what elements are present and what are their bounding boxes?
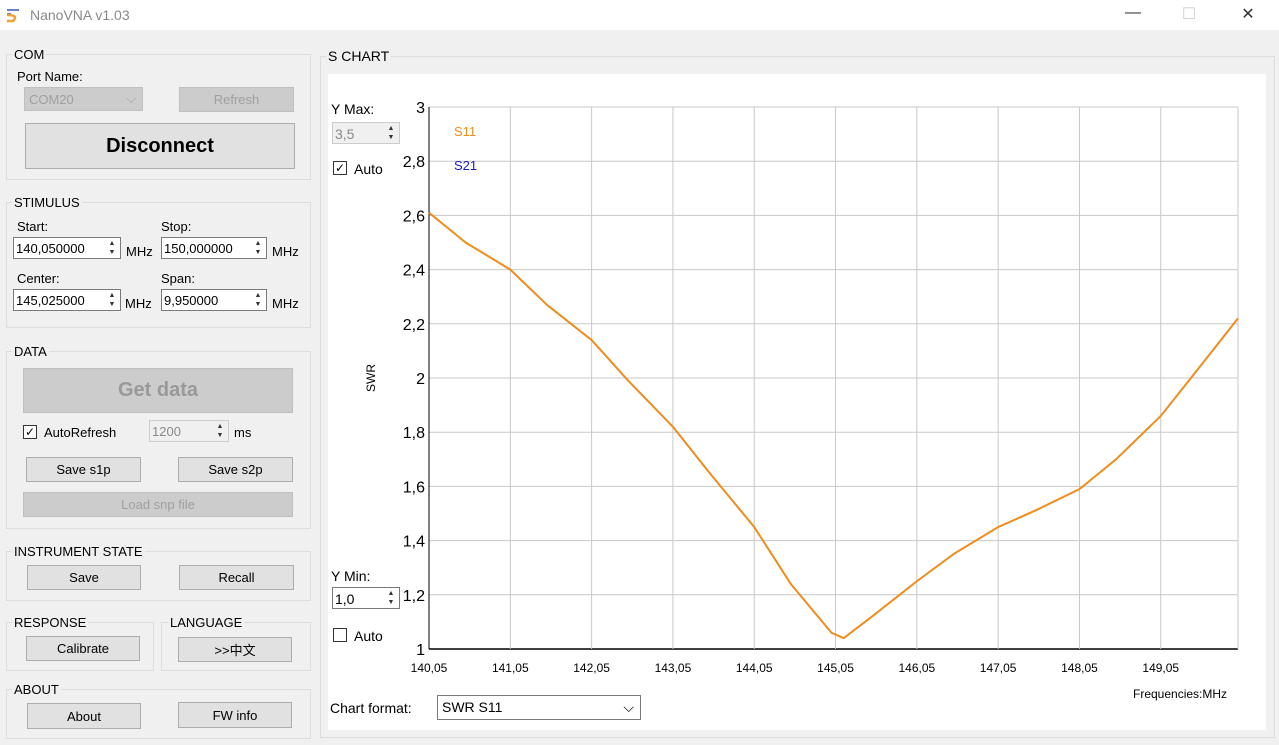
x-tick-label: 141,05 (492, 661, 529, 675)
x-tick-label: 147,05 (980, 661, 1017, 675)
x-tick-label: 143,05 (655, 661, 692, 675)
y-tick-label: 3 (416, 100, 425, 117)
y-tick-label: 1,8 (403, 425, 425, 442)
y-tick-label: 1 (416, 642, 425, 659)
y-tick-label: 1,2 (403, 588, 425, 605)
x-tick-label: 146,05 (898, 661, 935, 675)
x-tick-label: 145,05 (817, 661, 854, 675)
y-tick-label: 2,8 (403, 154, 425, 171)
y-tick-label: 2,2 (403, 317, 425, 334)
y-tick-label: 1,6 (403, 479, 425, 496)
x-tick-label: 144,05 (736, 661, 773, 675)
s11-line (428, 211, 1239, 640)
y-tick-label: 2 (416, 371, 425, 388)
y-tick-label: 2,6 (403, 208, 425, 225)
legend-s21: S21 (454, 158, 477, 173)
x-tick-label: 148,05 (1061, 661, 1098, 675)
legend-s11: S11 (454, 124, 476, 139)
swr-chart: 1 1,2 1,4 1,6 1,8 2 2,2 2,4 2,6 2,8 3 140,05 141,05 1… (403, 100, 1239, 675)
x-tick-label: 142,05 (573, 661, 610, 675)
y-tick-label: 1,4 (403, 534, 425, 551)
x-tick-label: 140,05 (411, 661, 448, 675)
y-tick-label: 2,4 (403, 263, 425, 280)
x-tick-label: 149,05 (1142, 661, 1179, 675)
